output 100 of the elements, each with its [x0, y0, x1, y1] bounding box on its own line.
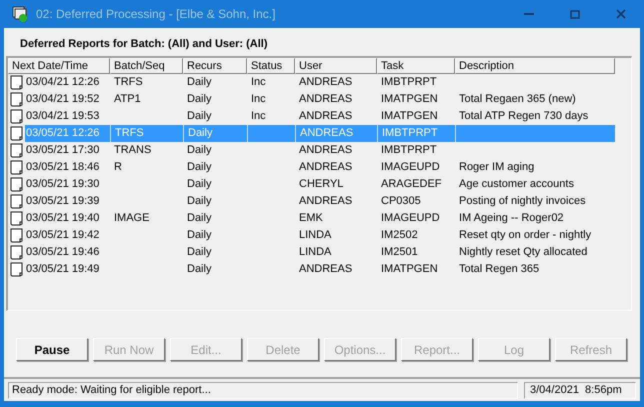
batch-heading: Deferred Reports for Batch: (All) and User: (All) — [19, 37, 269, 52]
table-cell-text: EMK — [298, 211, 324, 226]
table-cell-text: IMATPGEN — [380, 262, 439, 277]
table-cell-text: Daily — [186, 262, 212, 277]
table-cell-text: Daily — [186, 92, 212, 107]
table-cell: TRFS — [110, 125, 183, 142]
table-cell-text: ANDREAS — [298, 160, 354, 175]
status-message: Ready mode: Waiting for eligible report... — [8, 382, 518, 399]
table-cell-text: Inc — [250, 75, 267, 90]
table-cell-text: IMAGE — [113, 211, 150, 226]
report-row[interactable]: 03/05/21 19:40 IMAGE Daily EMK IMAGEUPD IM Ageing -- Roger02 — [8, 210, 615, 227]
table-cell-text: ATP1 — [113, 92, 142, 107]
table-cell-text: Roger IM aging — [458, 160, 536, 175]
table-cell-text: ANDREAS — [298, 194, 354, 209]
table-cell-text: 03/04/21 19:52 — [25, 92, 100, 107]
table-cell-text: ANDREAS — [298, 92, 354, 107]
table-cell-text: 03/04/21 12:26 — [25, 75, 100, 90]
table-cell-text: ARAGEDEF — [380, 177, 443, 192]
report-icon — [10, 228, 24, 243]
report-row[interactable]: 03/05/21 19:49 Daily ANDREAS IMATPGEN Total Regen 365 — [8, 261, 615, 278]
table-cell-text: 03/05/21 17:30 — [25, 143, 100, 158]
table-cell-text: IM2502 — [380, 228, 419, 243]
column-header[interactable]: Task — [377, 58, 455, 74]
table-cell-text: IM Ageing -- Roger02 — [458, 211, 565, 226]
report-icon — [10, 109, 24, 124]
table-cell-text: IMAGEUPD — [380, 160, 441, 175]
report-row[interactable]: 03/04/21 12:26 TRFS Daily Inc ANDREAS IMBTPRPT — [8, 74, 615, 91]
app-icon — [12, 6, 28, 22]
table-cell-text: CHERYL — [298, 177, 344, 192]
report-icon — [10, 262, 24, 277]
table-cell-text: 03/05/21 19:46 — [25, 245, 100, 260]
report-icon — [10, 92, 24, 107]
table-cell-text: CP0305 — [380, 194, 422, 209]
table-cell-text: Daily — [186, 109, 212, 124]
table-cell-text: Daily — [186, 177, 212, 192]
report-icon — [10, 160, 24, 175]
report-row[interactable]: 03/05/21 19:39 Daily ANDREAS CP0305 Posting of nightly invoices — [8, 193, 615, 210]
table-cell-text: LINDA — [298, 228, 332, 243]
report-row[interactable]: 03/05/21 19:42 Daily LINDA IM2502 Reset qty on order - nightly — [8, 227, 615, 244]
column-header[interactable]: Description — [455, 58, 615, 74]
report-icon — [10, 143, 24, 158]
minimize-icon — [524, 12, 534, 16]
window-title: 02: Deferred Processing - [Elbe & Sohn, Inc.] — [36, 6, 276, 23]
report-row[interactable]: 03/05/21 19:46 Daily LINDA IM2501 Nightly reset Qty allocated — [8, 244, 615, 261]
report-icon — [10, 75, 24, 90]
table-cell-text: 03/05/21 19:42 — [25, 228, 100, 243]
column-header[interactable]: Batch/Seq — [110, 58, 183, 74]
table-cell-text: Daily — [186, 228, 212, 243]
table-cell-text: IMBTPRPT — [380, 75, 438, 90]
table-cell-text: ANDREAS — [298, 262, 354, 277]
table-cell-text: Inc — [250, 92, 267, 107]
table-cell-text: 03/05/21 19:49 — [25, 262, 100, 277]
report-row[interactable]: 03/05/21 18:46 R Daily ANDREAS IMAGEUPD Roger IM aging — [8, 159, 615, 176]
report-icon — [10, 194, 24, 209]
table-cell-text: 03/05/21 19:39 — [25, 194, 100, 209]
table-cell-text: ANDREAS — [298, 109, 354, 124]
table-cell-text: Posting of nightly invoices — [458, 194, 587, 209]
table-cell-text: Daily — [186, 75, 212, 90]
table-cell-text: Daily — [186, 245, 212, 260]
table-cell-text: ANDREAS — [298, 143, 354, 158]
table-cell-text: 03/05/21 18:46 — [25, 160, 100, 175]
report-row[interactable]: 03/05/21 19:30 Daily CHERYL ARAGEDEF Age customer accounts — [8, 176, 615, 193]
table-cell-text: Daily — [186, 143, 212, 158]
table-cell: ANDREAS — [295, 125, 377, 142]
table-cell-text: 03/05/21 19:30 — [25, 177, 100, 192]
table-cell-text: R — [113, 160, 123, 175]
table-cell-text: TRFS — [113, 75, 144, 90]
table-cell-text: IMATPGEN — [380, 109, 439, 124]
maximize-icon — [570, 10, 580, 18]
table-cell-text: 03/05/21 19:40 — [25, 211, 100, 226]
column-header[interactable]: Recurs — [183, 58, 247, 74]
table-cell-text: Daily — [186, 194, 212, 209]
table-cell-text: Total Regaen 365 (new) — [458, 92, 577, 107]
column-header[interactable]: User — [295, 58, 377, 74]
action-button[interactable]: Pause — [16, 338, 88, 361]
report-row[interactable]: 03/05/21 17:30 TRANS Daily ANDREAS IMBTPRPT — [8, 142, 615, 159]
column-header[interactable]: Status — [247, 58, 295, 74]
table-cell-text: IMBTPRPT — [380, 143, 438, 158]
table-cell-text: IMATPGEN — [380, 92, 439, 107]
table-cell-text: Total Regen 365 — [458, 262, 540, 277]
table-cell: Daily — [183, 125, 247, 142]
status-datetime: 3/04/2021 8:56pm — [524, 382, 636, 399]
column-header[interactable]: Next Date/Time — [8, 58, 110, 74]
close-icon — [616, 9, 626, 19]
table-cell-text: ANDREAS — [298, 75, 354, 90]
table-cell-text: Reset qty on order - nightly — [458, 228, 592, 243]
table-cell-text: Total ATP Regen 730 days — [458, 109, 590, 124]
report-icon — [10, 126, 24, 141]
table-cell-text: Nightly reset Qty allocated — [458, 245, 588, 260]
table-cell: IMBTPRPT — [377, 125, 455, 142]
report-row[interactable]: 03/04/21 19:52 ATP1 Daily Inc ANDREAS IMATPGEN Total Regaen 365 (new) — [8, 91, 615, 108]
table-cell-text: IMAGEUPD — [380, 211, 441, 226]
table-cell-text: 03/04/21 19:53 — [25, 109, 100, 124]
table-cell-text: Daily — [186, 160, 212, 175]
table-cell-text: Daily — [186, 211, 212, 226]
table-cell-text: IM2501 — [380, 245, 419, 260]
report-row[interactable]: 03/04/21 19:53 Daily Inc ANDREAS IMATPGEN Total ATP Regen 730 days — [8, 108, 615, 125]
table-cell-text: LINDA — [298, 245, 332, 260]
table-cell: 03/05/21 12:26 — [25, 125, 110, 142]
report-icon — [10, 245, 24, 260]
